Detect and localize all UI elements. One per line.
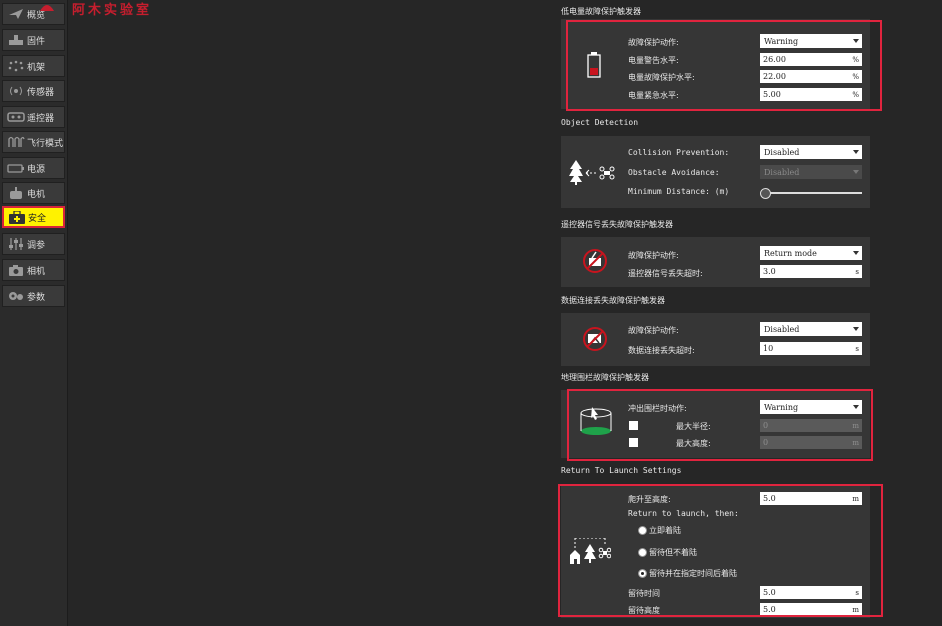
- data-link-lost-icon: [583, 327, 607, 351]
- annotation-box-geofence: [567, 389, 873, 461]
- data-link-timeout-field[interactable]: 10 s: [760, 342, 862, 355]
- airframe-icon: [5, 59, 27, 73]
- battery-icon: [5, 161, 27, 175]
- sidebar-item-sensors[interactable]: 传感器: [2, 80, 65, 102]
- obstacle-avoidance-value: Disabled: [764, 167, 800, 177]
- radio-icon: [5, 110, 27, 124]
- sidebar-item-label: 调参: [27, 240, 46, 251]
- data-link-action-value: Disabled: [764, 324, 800, 334]
- sidebar-item-radio[interactable]: 遥控器: [2, 106, 65, 128]
- sidebar-item-airframe[interactable]: 机架: [2, 55, 65, 77]
- sidebar-item-tuning[interactable]: 调参: [2, 233, 65, 255]
- obstacle-tree-drone-icon: [569, 160, 615, 185]
- collision-prevention-label: Collision Prevention:: [628, 148, 730, 157]
- motor-icon: [5, 186, 27, 200]
- unit-label: s: [855, 267, 859, 276]
- chevron-down-icon: [853, 170, 859, 174]
- sidebar-item-summary[interactable]: 概览: [2, 3, 65, 25]
- firmware-icon: [5, 33, 27, 47]
- chevron-down-icon: [853, 327, 859, 331]
- rtl-title: Return To Launch Settings: [561, 466, 682, 475]
- sidebar-item-parameters[interactable]: 参数: [2, 285, 65, 307]
- flight-modes-icon: [5, 135, 27, 149]
- sensor-icon: [5, 84, 27, 98]
- logo: 阿木实验室: [40, 0, 153, 18]
- obstacle-avoidance-label: Obstacle Avoidance:: [628, 168, 720, 177]
- parameters-icon: [5, 289, 27, 303]
- rc-loss-panel: 故障保护动作: Return mode 遥控器信号丢失超时: 3.0 s: [561, 237, 870, 287]
- data-link-panel: 故障保护动作: Disabled 数据连接丢失超时: 10 s: [561, 313, 870, 366]
- sidebar-item-label: 传感器: [27, 87, 55, 98]
- sidebar-item-label: 机架: [27, 62, 46, 73]
- logo-text: 阿木实验室: [72, 2, 153, 18]
- battery-section-title: 低电量故障保护触发器: [561, 7, 641, 16]
- obstacle-avoidance-select[interactable]: Disabled: [760, 165, 862, 179]
- rc-loss-action-value: Return mode: [764, 248, 817, 258]
- sidebar-item-label: 固件: [27, 36, 46, 47]
- safety-icon: [6, 210, 28, 224]
- chevron-down-icon: [853, 251, 859, 255]
- collision-prevention-select[interactable]: Disabled: [760, 145, 862, 159]
- minimum-distance-slider[interactable]: [762, 192, 862, 194]
- geofence-title: 地理围栏故障保护触发器: [561, 373, 649, 382]
- camera-icon: [5, 263, 27, 277]
- sidebar: 概览 固件 机架 传感器 遥控器 飞行模式 电源 电机 安全 调参 相机 参数: [0, 0, 68, 626]
- minimum-distance-slider-handle[interactable]: [760, 188, 771, 199]
- data-link-action-label: 故障保护动作:: [628, 326, 679, 335]
- rc-loss-timeout-value: 3.0: [763, 267, 776, 276]
- rc-loss-title: 遥控器信号丢失故障保护触发器: [561, 220, 673, 229]
- minimum-distance-label: Minimum Distance: (m): [628, 187, 730, 196]
- sidebar-item-safety[interactable]: 安全: [2, 206, 65, 228]
- rc-loss-action-label: 故障保护动作:: [628, 251, 679, 260]
- sidebar-item-label: 相机: [27, 266, 46, 277]
- rc-loss-timeout-field[interactable]: 3.0 s: [760, 265, 862, 278]
- rc-loss-timeout-label: 遥控器信号丢失超时:: [628, 269, 703, 278]
- data-link-timeout-value: 10: [763, 344, 774, 353]
- sidebar-item-label: 参数: [27, 292, 46, 303]
- data-link-title: 数据连接丢失故障保护触发器: [561, 296, 665, 305]
- sidebar-item-label: 遥控器: [27, 113, 55, 124]
- sidebar-item-motors[interactable]: 电机: [2, 182, 65, 204]
- object-detection-panel: Collision Prevention: Disabled Obstacle …: [561, 136, 870, 208]
- sidebar-item-firmware[interactable]: 固件: [2, 29, 65, 51]
- sidebar-item-camera[interactable]: 相机: [2, 259, 65, 281]
- logo-mark-icon: [40, 5, 54, 11]
- sidebar-item-power[interactable]: 电源: [2, 157, 65, 179]
- paper-plane-icon: [5, 7, 27, 21]
- data-link-action-select[interactable]: Disabled: [760, 322, 862, 336]
- sidebar-item-label: 电源: [27, 164, 46, 175]
- sidebar-item-label: 安全: [28, 213, 47, 224]
- sidebar-item-flight-modes[interactable]: 飞行模式: [2, 131, 65, 153]
- rc-signal-lost-icon: [583, 249, 607, 273]
- sidebar-item-label: 飞行模式: [27, 138, 64, 149]
- rc-loss-action-select[interactable]: Return mode: [760, 246, 862, 260]
- annotation-box-rtl: [558, 484, 883, 617]
- tuning-icon: [5, 237, 27, 251]
- collision-prevention-value: Disabled: [764, 147, 800, 157]
- object-detection-title: Object Detection: [561, 118, 639, 127]
- chevron-down-icon: [853, 150, 859, 154]
- unit-label: s: [855, 344, 859, 353]
- annotation-box-battery: [566, 20, 882, 111]
- data-link-timeout-label: 数据连接丢失超时:: [628, 346, 695, 355]
- sidebar-item-label: 电机: [27, 189, 46, 200]
